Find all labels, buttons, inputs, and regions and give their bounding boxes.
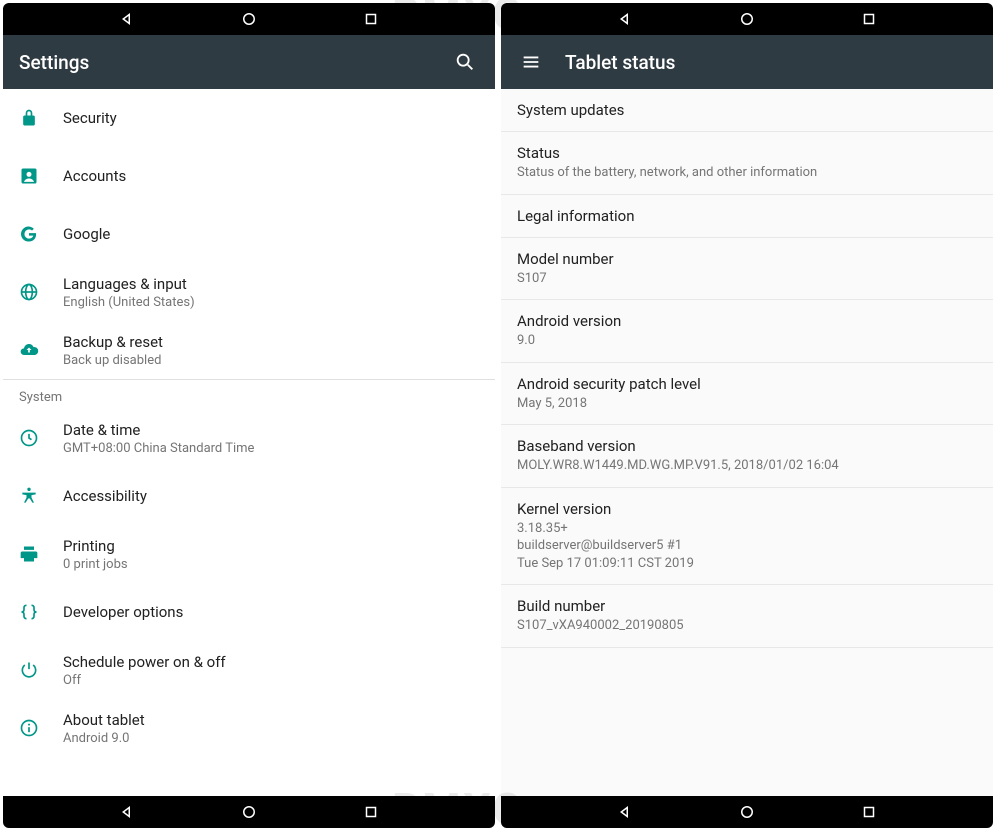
settings-row-accounts[interactable]: Accounts [3, 147, 495, 205]
row-secondary: English (United States) [63, 295, 479, 310]
row-primary: Accounts [63, 167, 479, 185]
back-nav-icon[interactable] [614, 8, 636, 30]
home-nav-icon[interactable] [736, 801, 758, 823]
row-primary: Google [63, 225, 479, 243]
hamburger-menu-icon[interactable] [517, 48, 545, 76]
info-secondary: May 5, 2018 [517, 395, 977, 413]
back-nav-icon[interactable] [116, 8, 138, 30]
home-nav-icon[interactable] [238, 8, 260, 30]
row-primary: Schedule power on & off [63, 653, 479, 671]
row-primary: Backup & reset [63, 333, 479, 351]
info-primary: Android version [517, 312, 977, 330]
android-navbar-bottom [3, 796, 495, 828]
settings-row-schedule-power-on-off[interactable]: Schedule power on & off Off [3, 641, 495, 699]
settings-row-date-time[interactable]: Date & time GMT+08:00 China Standard Time [3, 409, 495, 467]
settings-row-developer-options[interactable]: Developer options [3, 583, 495, 641]
settings-row-security[interactable]: Security [3, 89, 495, 147]
recents-nav-icon[interactable] [360, 8, 382, 30]
appbar-title: Settings [19, 51, 451, 74]
accessibility-icon [19, 486, 63, 506]
info-row-legal-information[interactable]: Legal information [501, 195, 993, 238]
settings-appbar: Settings [3, 35, 495, 89]
info-row-android-security-patch-level[interactable]: Android security patch level May 5, 2018 [501, 363, 993, 426]
back-nav-icon[interactable] [116, 801, 138, 823]
settings-row-languages-input[interactable]: Languages & input English (United States) [3, 263, 495, 321]
google-icon [19, 224, 63, 244]
account-icon [19, 166, 63, 186]
info-primary: Kernel version [517, 500, 977, 518]
row-primary: Languages & input [63, 275, 479, 293]
print-icon [19, 544, 63, 564]
row-primary: Accessibility [63, 487, 479, 505]
info-secondary: MOLY.WR8.W1449.MD.WG.MP.V91.5, 2018/01/0… [517, 457, 977, 475]
android-navbar-bottom [501, 796, 993, 828]
recents-nav-icon[interactable] [858, 801, 880, 823]
info-primary: Legal information [517, 207, 977, 225]
info-primary: Baseband version [517, 437, 977, 455]
row-secondary: Android 9.0 [63, 731, 479, 746]
row-primary: Security [63, 109, 479, 127]
info-row-status[interactable]: Status Status of the battery, network, an… [501, 132, 993, 195]
info-primary: Status [517, 144, 977, 162]
info-row-system-updates[interactable]: System updates [501, 89, 993, 132]
info-row-baseband-version[interactable]: Baseband version MOLY.WR8.W1449.MD.WG.MP.… [501, 425, 993, 488]
settings-row-accessibility[interactable]: Accessibility [3, 467, 495, 525]
row-secondary: 0 print jobs [63, 557, 479, 572]
power-icon [19, 660, 63, 680]
info-secondary: S107_vXA940002_20190805 [517, 617, 977, 635]
settings-list: Security Accounts Google Languages & input E… [3, 89, 495, 796]
recents-nav-icon[interactable] [360, 801, 382, 823]
clock-icon [19, 428, 63, 448]
info-row-android-version[interactable]: Android version 9.0 [501, 300, 993, 363]
android-statusbar-top [501, 3, 993, 35]
info-primary: Android security patch level [517, 375, 977, 393]
settings-row-about-tablet[interactable]: About tablet Android 9.0 [3, 699, 495, 757]
info-icon [19, 718, 63, 738]
info-primary: System updates [517, 101, 977, 119]
settings-screen: Settings Security Accounts Google Languages… [3, 3, 495, 828]
info-secondary: 9.0 [517, 332, 977, 350]
row-secondary: Off [63, 673, 479, 688]
settings-row-google[interactable]: Google [3, 205, 495, 263]
cloud-up-icon [19, 340, 63, 360]
info-primary: Build number [517, 597, 977, 615]
info-row-build-number[interactable]: Build number S107_vXA940002_20190805 [501, 585, 993, 648]
info-secondary: 3.18.35+ buildserver@buildserver5 #1 Tue… [517, 520, 977, 573]
row-secondary: GMT+08:00 China Standard Time [63, 441, 479, 456]
globe-icon [19, 282, 63, 302]
home-nav-icon[interactable] [736, 8, 758, 30]
settings-row-backup-reset[interactable]: Backup & reset Back up disabled [3, 321, 495, 379]
row-primary: Date & time [63, 421, 479, 439]
status-list: System updates Status Status of the batter… [501, 89, 993, 796]
row-secondary: Back up disabled [63, 353, 479, 368]
row-primary: About tablet [63, 711, 479, 729]
lock-icon [19, 108, 63, 128]
search-icon[interactable] [451, 48, 479, 76]
android-statusbar-top [3, 3, 495, 35]
appbar-title: Tablet status [565, 51, 977, 74]
settings-row-printing[interactable]: Printing 0 print jobs [3, 525, 495, 583]
info-row-kernel-version[interactable]: Kernel version 3.18.35+ buildserver@build… [501, 488, 993, 586]
tablet-status-appbar: Tablet status [501, 35, 993, 89]
section-header-system: System [3, 379, 495, 409]
braces-icon [19, 602, 63, 622]
info-primary: Model number [517, 250, 977, 268]
row-primary: Printing [63, 537, 479, 555]
row-primary: Developer options [63, 603, 479, 621]
home-nav-icon[interactable] [238, 801, 260, 823]
back-nav-icon[interactable] [614, 801, 636, 823]
info-secondary: Status of the battery, network, and othe… [517, 164, 977, 182]
recents-nav-icon[interactable] [858, 8, 880, 30]
tablet-status-screen: Tablet status System updatesStatusStatus… [501, 3, 993, 828]
info-secondary: S107 [517, 270, 977, 288]
info-row-model-number[interactable]: Model number S107 [501, 238, 993, 301]
